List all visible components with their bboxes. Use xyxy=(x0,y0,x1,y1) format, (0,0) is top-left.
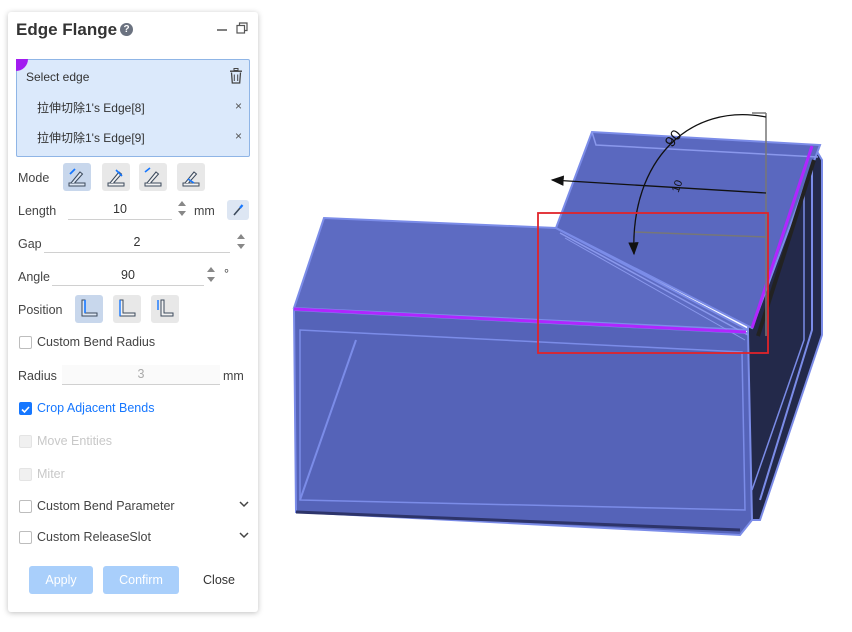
dialog-title: Edge Flange xyxy=(16,20,118,39)
dialog-header: Edge Flange ? xyxy=(8,12,258,50)
select-edge-box[interactable]: Select edge 拉伸切除1's Edge[8] × 拉伸切除1's Ed… xyxy=(16,59,250,157)
position-material-outside-icon xyxy=(119,299,136,317)
trash-icon[interactable] xyxy=(229,68,243,84)
apply-button[interactable]: Apply xyxy=(29,566,93,594)
angle-unit: ° xyxy=(224,267,229,281)
selected-edge-item[interactable]: 拉伸切除1's Edge[8] × xyxy=(37,99,242,119)
move-entities-checkbox xyxy=(19,435,32,448)
help-icon[interactable]: ? xyxy=(120,23,133,36)
miter-checkbox xyxy=(19,468,32,481)
pick-tool-icon xyxy=(233,204,244,216)
selected-edge-item[interactable]: 拉伸切除1's Edge[9] × xyxy=(37,129,242,149)
position-material-inside-button[interactable] xyxy=(75,295,103,323)
angle-field[interactable] xyxy=(52,266,204,286)
length-unit: mm xyxy=(194,204,215,218)
selected-edge-label: 拉伸切除1's Edge[8] xyxy=(37,101,145,115)
custom-bend-parameter-label: Custom Bend Parameter xyxy=(37,499,175,513)
position-label: Position xyxy=(18,303,63,317)
remove-edge-icon[interactable]: × xyxy=(235,129,242,143)
angle-label: Angle xyxy=(18,270,50,284)
radius-field[interactable] xyxy=(62,365,220,385)
remove-edge-icon[interactable]: × xyxy=(235,99,242,113)
mode-bend-outside-icon xyxy=(144,167,162,187)
gap-input[interactable] xyxy=(44,233,230,251)
position-material-inside-icon xyxy=(81,299,98,317)
mode-label: Mode xyxy=(18,171,50,185)
mode-material-inside-button[interactable] xyxy=(63,163,91,191)
close-button[interactable]: Close xyxy=(198,566,240,594)
edge-flange-dialog: Edge Flange ? Select edge 拉伸切除1's Edge[8… xyxy=(8,12,258,612)
radius-input[interactable] xyxy=(62,365,220,383)
gap-label: Gap xyxy=(18,237,42,251)
length-pick-button[interactable] xyxy=(227,200,249,220)
mode-virtual-sharp-icon xyxy=(182,171,200,187)
radius-label: Radius xyxy=(18,369,57,383)
length-label: Length xyxy=(18,204,57,218)
custom-release-slot-checkbox[interactable] xyxy=(19,531,32,544)
position-bend-outside-icon xyxy=(157,299,174,317)
sheet-metal-model[interactable]: 90 10 xyxy=(262,0,852,629)
mode-material-outside-icon xyxy=(107,169,125,187)
mode-material-inside-icon xyxy=(68,168,86,187)
length-stepper[interactable] xyxy=(177,200,187,218)
angle-stepper[interactable] xyxy=(206,266,216,284)
crop-adjacent-bends-checkbox[interactable] xyxy=(19,402,32,415)
chevron-down-icon[interactable] xyxy=(238,530,250,540)
mode-virtual-sharp-button[interactable] xyxy=(177,163,205,191)
confirm-button[interactable]: Confirm xyxy=(103,566,179,594)
miter-label: Miter xyxy=(37,467,65,481)
length-field[interactable] xyxy=(68,200,172,220)
chevron-down-icon[interactable] xyxy=(238,499,250,509)
move-entities-label: Move Entities xyxy=(37,434,113,448)
restore-window-icon[interactable] xyxy=(235,21,249,35)
select-edge-label: Select edge xyxy=(26,70,90,84)
length-input[interactable] xyxy=(68,200,172,218)
selected-edge-label: 拉伸切除1's Edge[9] xyxy=(37,131,145,145)
position-bend-outside-button[interactable] xyxy=(151,295,179,323)
angle-input[interactable] xyxy=(52,266,204,284)
gap-field[interactable] xyxy=(44,233,230,253)
custom-bend-radius-checkbox[interactable] xyxy=(19,336,32,349)
checkmark-icon xyxy=(21,406,30,414)
custom-release-slot-label: Custom ReleaseSlot xyxy=(37,530,151,544)
minimize-icon[interactable] xyxy=(215,22,229,36)
position-material-outside-button[interactable] xyxy=(113,295,141,323)
custom-bend-parameter-checkbox[interactable] xyxy=(19,500,32,513)
model-viewport[interactable]: 90 10 xyxy=(262,0,852,629)
gap-stepper[interactable] xyxy=(236,233,246,251)
mode-bend-outside-button[interactable] xyxy=(139,163,167,191)
crop-adjacent-bends-label: Crop Adjacent Bends xyxy=(37,401,155,415)
mode-material-outside-button[interactable] xyxy=(102,163,130,191)
custom-bend-radius-label: Custom Bend Radius xyxy=(37,335,156,349)
radius-unit: mm xyxy=(223,369,244,383)
